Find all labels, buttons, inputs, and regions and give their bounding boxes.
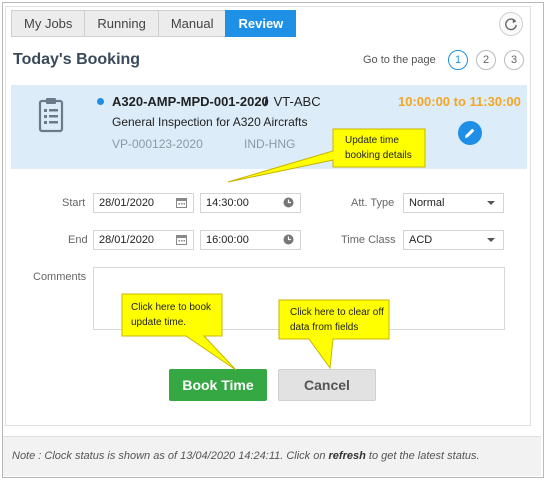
comments-label: Comments [33, 271, 87, 283]
page-title: Today's Booking [13, 51, 141, 68]
job-code: A320-AMP-MPD-001-2020 [112, 94, 269, 109]
end-date-field[interactable]: 28/01/2020 [93, 230, 194, 250]
status-dot [97, 98, 104, 105]
edit-button[interactable] [458, 121, 482, 145]
tab-running[interactable]: Running [84, 10, 158, 37]
calendar-icon [176, 235, 187, 245]
refresh-link[interactable]: refresh [329, 450, 366, 462]
page-1-button[interactable]: 1 [448, 50, 468, 70]
chevron-down-icon [487, 201, 495, 205]
end-time-field[interactable]: 16:00:00 [200, 230, 301, 250]
cancel-button[interactable]: Cancel [278, 369, 376, 401]
booking-card[interactable]: A320-AMP-MPD-001-2020 / VT-ABC 10:00:00 t… [11, 85, 527, 169]
chevron-down-icon [487, 238, 495, 242]
start-date-field[interactable]: 28/01/2020 [93, 193, 194, 213]
refresh-button[interactable] [499, 12, 523, 36]
page-3-button[interactable]: 3 [504, 50, 524, 70]
job-separator: / [264, 94, 268, 109]
vp-number: VP-000123-2020 [112, 137, 203, 151]
calendar-icon [176, 198, 187, 208]
station-code: IND-HNG [244, 137, 296, 151]
att-type-select[interactable]: Normal [403, 193, 504, 213]
start-label: Start [62, 197, 86, 209]
start-time-field[interactable]: 14:30:00 [200, 193, 301, 213]
time-class-label: Time Class [341, 234, 396, 246]
time-class-select[interactable]: ACD [403, 230, 504, 250]
tab-my-jobs[interactable]: My Jobs [11, 10, 85, 37]
book-time-button[interactable]: Book Time [169, 369, 267, 401]
page-2-button[interactable]: 2 [476, 50, 496, 70]
job-description: General Inspection for A320 Aircrafts [112, 115, 308, 129]
refresh-icon [505, 18, 517, 31]
clock-icon [283, 197, 294, 208]
clock-icon [283, 234, 294, 245]
pagination-label: Go to the page [363, 54, 436, 66]
job-time-range: 10:00:00 to 11:30:00 [398, 94, 521, 109]
job-tabs: My Jobs Running Manual Review [11, 10, 297, 37]
att-type-label: Att. Type [351, 197, 395, 209]
time-class-value: ACD [409, 234, 433, 246]
pencil-icon [465, 128, 475, 138]
tab-review[interactable]: Review [225, 10, 297, 37]
tab-manual[interactable]: Manual [157, 10, 226, 37]
note-prefix: Note : Clock status is shown as of 13/04… [12, 450, 329, 462]
comments-field[interactable] [93, 267, 505, 330]
status-note: Note : Clock status is shown as of 13/04… [12, 450, 480, 462]
registration-value: VT-ABC [273, 94, 321, 109]
note-suffix: to get the latest status. [365, 450, 480, 462]
booking-panel [5, 6, 531, 426]
end-label: End [68, 234, 88, 246]
end-time-value: 16:00:00 [206, 234, 249, 246]
clipboard-icon [38, 98, 64, 133]
att-type-value: Normal [409, 197, 445, 209]
start-date-value: 28/01/2020 [99, 197, 155, 209]
start-time-value: 14:30:00 [206, 197, 249, 209]
end-date-value: 28/01/2020 [99, 234, 155, 246]
job-registration: / VT-ABC [264, 94, 321, 109]
